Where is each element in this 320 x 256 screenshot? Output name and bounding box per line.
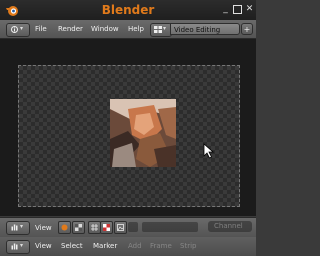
menu-strip[interactable]: Strip — [180, 242, 196, 250]
sequencer-preview-image — [110, 99, 176, 167]
grid-icon — [91, 224, 98, 231]
sequencer-header: ▾ View Select Marker Add Frame Strip — [0, 237, 256, 256]
channels-button[interactable] — [72, 221, 85, 234]
menu-add[interactable]: Add — [128, 242, 142, 250]
editor-type-selector[interactable]: ▾ — [6, 221, 30, 235]
mouse-pointer-icon — [203, 143, 215, 159]
checker-icon — [75, 224, 82, 231]
menu-render[interactable]: Render — [58, 25, 83, 33]
menu-select[interactable]: Select — [61, 242, 83, 250]
image-icon — [117, 224, 124, 231]
chevron-down-icon: ▾ — [163, 25, 167, 32]
sequencer-preview-viewport[interactable] — [0, 39, 256, 216]
menu-window[interactable]: Window — [91, 25, 119, 33]
menu-marker[interactable]: Marker — [93, 242, 117, 250]
chevron-down-icon: ▾ — [20, 25, 24, 32]
menu-view[interactable]: View — [35, 242, 52, 250]
screen-layout-field[interactable]: Video Editing — [170, 23, 240, 35]
editor-type-selector[interactable]: ▾ — [6, 240, 30, 254]
editor-type-selector[interactable]: ▾ — [6, 23, 30, 37]
display-mode-button[interactable] — [58, 221, 71, 234]
add-screen-button[interactable]: + — [241, 23, 253, 35]
chevron-down-icon: ▾ — [20, 223, 24, 230]
maximize-button[interactable] — [233, 5, 242, 14]
image-icon — [61, 224, 68, 231]
preview-header: ▾ View Channel — [0, 217, 256, 238]
overlay-button[interactable] — [100, 221, 113, 234]
view-mode-button[interactable] — [114, 221, 127, 234]
title-bar: Blender _ ✕ — [0, 0, 256, 21]
checker-icon — [103, 224, 110, 231]
close-button[interactable]: ✕ — [245, 5, 254, 14]
editor-type-icon — [11, 224, 18, 231]
menu-file[interactable]: File — [35, 25, 47, 33]
menu-view[interactable]: View — [35, 224, 52, 232]
zoom-button[interactable] — [128, 222, 138, 232]
screen-layout-icon — [154, 26, 162, 33]
minimize-button[interactable]: _ — [221, 5, 230, 14]
info-editor-icon — [11, 26, 18, 33]
screen-layout-selector[interactable]: ▾ — [150, 23, 172, 37]
chevron-down-icon: ▾ — [20, 242, 24, 249]
top-header: ▾ File Render Window Help ▾ Video Editin… — [0, 20, 256, 39]
window-title: Blender — [101, 3, 155, 17]
frame-slider[interactable] — [142, 222, 198, 232]
menu-frame[interactable]: Frame — [150, 242, 172, 250]
channel-field[interactable]: Channel — [208, 221, 252, 232]
menu-help[interactable]: Help — [128, 25, 144, 33]
editor-type-icon — [11, 243, 18, 250]
